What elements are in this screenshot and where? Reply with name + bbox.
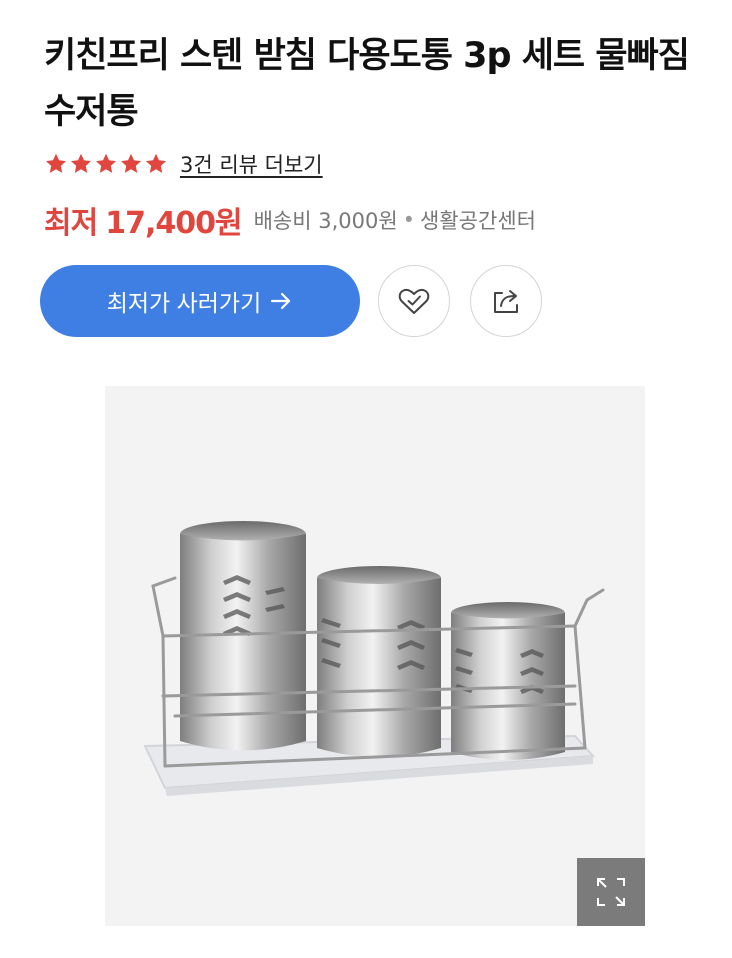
- star-rating: [44, 152, 168, 176]
- price-row: 최저 17,400원 배송비 3,000원 • 생활공간센터: [44, 196, 536, 244]
- rating-row: 3건 리뷰 더보기: [44, 148, 323, 180]
- price-value: 17,400원: [105, 206, 242, 241]
- product-title: 키친프리 스텐 받침 다용도통 3p 세트 물빠짐 수저통: [44, 36, 690, 132]
- share-icon: [494, 290, 518, 313]
- review-link[interactable]: 3건 리뷰 더보기: [180, 149, 323, 179]
- price-label: 최저: [44, 206, 98, 241]
- buy-lowest-price-button[interactable]: 최저가 사러가기: [40, 265, 360, 337]
- product-photo: [105, 386, 645, 926]
- arrow-right-icon: [271, 292, 291, 310]
- wishlist-button[interactable]: [378, 265, 450, 337]
- seller-name[interactable]: 생활공간센터: [420, 205, 536, 235]
- star-icon: [121, 153, 141, 173]
- star-icon: [96, 153, 116, 173]
- expand-icon: [597, 878, 625, 906]
- star-icon: [146, 153, 166, 173]
- buy-button-label: 최저가 사러가기: [106, 290, 262, 316]
- shipping-fee: 배송비 3,000원: [253, 209, 398, 233]
- share-button[interactable]: [470, 265, 542, 337]
- expand-image-button[interactable]: [577, 858, 645, 926]
- heart-check-icon: [398, 288, 430, 314]
- star-icon: [46, 153, 66, 173]
- star-icon: [71, 153, 91, 173]
- product-image[interactable]: [105, 386, 645, 926]
- separator: •: [402, 208, 416, 232]
